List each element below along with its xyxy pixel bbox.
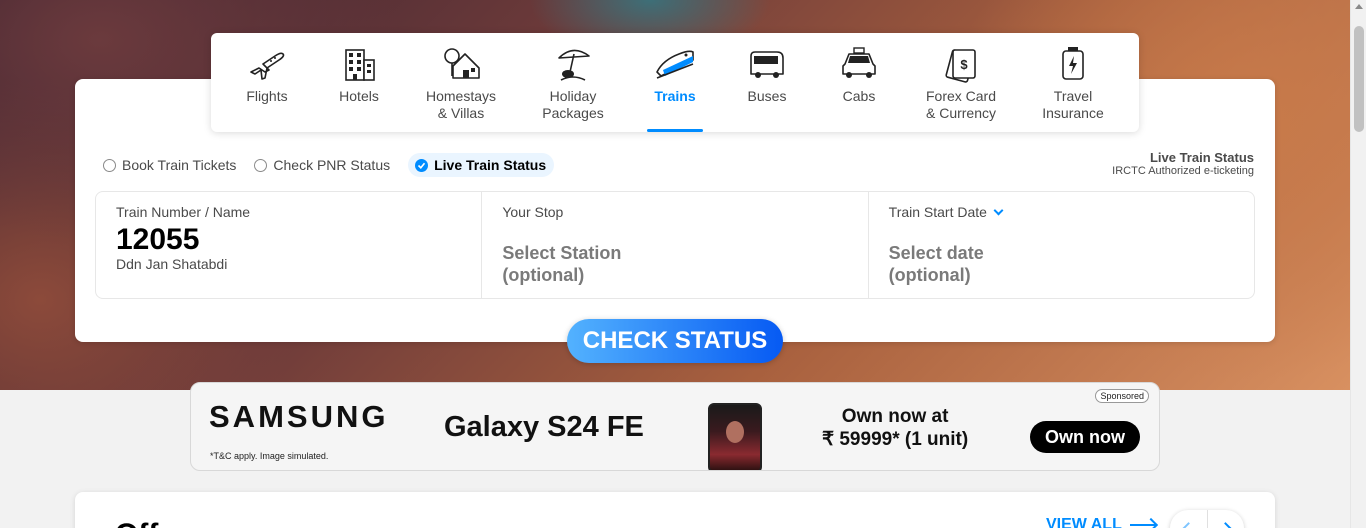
radio-label: Live Train Status [434, 157, 547, 173]
ad-product-name: Galaxy S24 FE [444, 411, 644, 443]
phone-image [708, 403, 762, 470]
your-stop-field[interactable]: Your Stop Select Station (optional) [481, 192, 867, 298]
station-placeholder: Select Station (optional) [502, 243, 622, 285]
ad-offer: Own now at ₹ 59999* (1 unit) [822, 405, 968, 451]
chevron-right-icon [1219, 521, 1233, 528]
nav-label: Hotels [339, 88, 379, 104]
search-fields: Train Number / Name 12055 Ddn Jan Shatab… [95, 191, 1255, 299]
nav-label: Travel Insurance [1042, 88, 1104, 121]
irctc-title: Live Train Status [1149, 150, 1254, 165]
nav-buses[interactable]: Buses [721, 33, 813, 132]
nav-cabs[interactable]: Cabs [813, 33, 905, 132]
nav-flights[interactable]: Flights [221, 33, 313, 132]
train-icon [653, 42, 697, 86]
radio-live-train-status[interactable]: Live Train Status [408, 153, 555, 177]
radio-pnr-status[interactable]: Check PNR Status [254, 153, 390, 177]
radio-label: Check PNR Status [273, 157, 391, 173]
flight-icon [245, 42, 289, 86]
cab-icon [837, 42, 881, 86]
ad-brand: SAMSUNG [209, 399, 389, 434]
nav-label: Cabs [842, 88, 876, 104]
holiday-icon [551, 42, 595, 86]
train-number-value: 12055 [116, 223, 200, 256]
search-type-options: Book Train Tickets Check PNR Status Live… [103, 153, 572, 177]
sponsored-badge: Sponsored [1095, 389, 1149, 403]
field-label: Your Stop [502, 204, 564, 220]
field-label-row: Train Start Date [889, 204, 1234, 220]
chevron-down-icon [993, 205, 1004, 215]
arrow-right-icon [1129, 524, 1156, 526]
nav-insurance[interactable]: Travel Insurance [1017, 33, 1129, 132]
scroll-up-icon[interactable] [1355, 4, 1363, 9]
nav-label: Holiday Packages [542, 88, 604, 121]
ad-price: ₹ 59999* (1 unit) [822, 429, 969, 450]
phone-image-face [726, 421, 744, 443]
nav-label: Buses [747, 88, 787, 104]
field-label: Train Number / Name [116, 204, 251, 220]
nav-label: Homestays & Villas [425, 88, 497, 121]
train-start-date-field[interactable]: Train Start Date Select date (optional) [867, 192, 1254, 298]
nav-label: Forex Card & Currency [925, 88, 997, 121]
sponsored-ad-banner[interactable]: SAMSUNG *T&C apply. Image simulated. Gal… [190, 382, 1160, 471]
nav-trains[interactable]: Trains [629, 33, 721, 132]
product-nav: Flights Hotels Homestays & Villas Holida… [211, 33, 1139, 132]
scrollbar-thumb[interactable] [1354, 26, 1364, 132]
svg-text:$: $ [960, 57, 968, 72]
nav-hotels[interactable]: Hotels [313, 33, 405, 132]
offers-pager [1170, 510, 1244, 528]
page-scrollbar[interactable] [1350, 0, 1366, 528]
view-all-label: VIEW ALL [1046, 516, 1122, 528]
ad-offer-line: Own now at [841, 406, 949, 427]
hotel-icon [337, 42, 381, 86]
field-label: Train Start Date [888, 204, 987, 220]
view-all-link[interactable]: VIEW ALL [1046, 516, 1156, 528]
bus-icon [745, 42, 789, 86]
radio-label: Book Train Tickets [122, 157, 237, 173]
offers-title: Offers [115, 518, 203, 528]
prev-button[interactable] [1170, 510, 1207, 528]
radio-checked-icon [415, 158, 429, 172]
nav-forex[interactable]: $ Forex Card & Currency [905, 33, 1017, 132]
chevron-left-icon [1181, 521, 1195, 528]
ad-terms: *T&C apply. Image simulated. [210, 451, 329, 461]
radio-book-tickets[interactable]: Book Train Tickets [103, 153, 236, 177]
check-status-button[interactable]: CHECK STATUS [567, 319, 783, 363]
forex-icon: $ [939, 42, 983, 86]
train-name: Ddn Jan Shatabdi [116, 256, 228, 272]
nav-holiday-packages[interactable]: Holiday Packages [517, 33, 629, 132]
irctc-badge: Live Train Status IRCTC Authorized e-tic… [1112, 150, 1254, 178]
offers-section: Offers VIEW ALL [75, 492, 1275, 528]
insurance-icon [1051, 42, 1095, 86]
nav-label: Flights [246, 88, 288, 104]
date-placeholder: Select date (optional) [888, 243, 984, 285]
radio-unchecked-icon [103, 158, 116, 172]
radio-unchecked-icon [254, 158, 268, 172]
homestay-icon [439, 42, 483, 86]
nav-label: Trains [654, 88, 696, 104]
ad-own-now-button[interactable]: Own now [1030, 421, 1140, 453]
train-number-field[interactable]: Train Number / Name 12055 Ddn Jan Shatab… [96, 192, 481, 298]
irctc-subtitle: IRCTC Authorized e-ticketing [1112, 165, 1254, 177]
next-button[interactable] [1206, 510, 1245, 528]
nav-homestays[interactable]: Homestays & Villas [405, 33, 517, 132]
